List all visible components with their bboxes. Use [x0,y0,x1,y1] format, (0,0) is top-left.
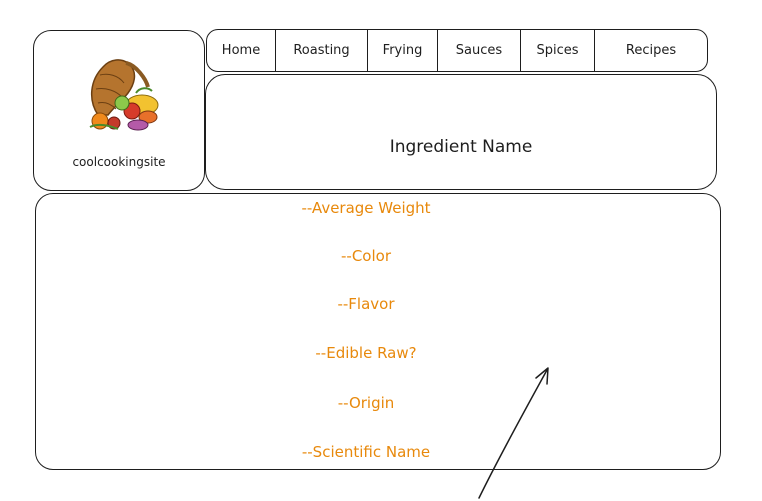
nav-item-spices[interactable]: Spices [521,30,595,71]
nav-item-home[interactable]: Home [207,30,276,71]
field-origin: --Origin [337,394,395,412]
site-name[interactable]: coolcookingsite [34,155,204,169]
page-title: Ingredient Name [389,137,533,157]
field-average-weight: --Average Weight [301,199,431,217]
nav-item-frying[interactable]: Frying [368,30,438,71]
field-color: --Color [341,247,391,265]
field-edible-raw: --Edible Raw? [315,344,417,362]
details-panel: --Average Weight --Color --Flavor --Edib… [35,193,721,470]
cornucopia-icon [89,59,159,131]
field-flavor: --Flavor [337,295,395,313]
nav-item-recipes[interactable]: Recipes [595,30,707,71]
logo-panel[interactable]: coolcookingsite [33,30,205,191]
title-panel: Ingredient Name [205,74,717,190]
nav-item-roasting[interactable]: Roasting [276,30,368,71]
nav-item-sauces[interactable]: Sauces [438,30,521,71]
main-nav: Home Roasting Frying Sauces Spices Recip… [206,29,708,72]
field-scientific-name: --Scientific Name [301,443,431,461]
